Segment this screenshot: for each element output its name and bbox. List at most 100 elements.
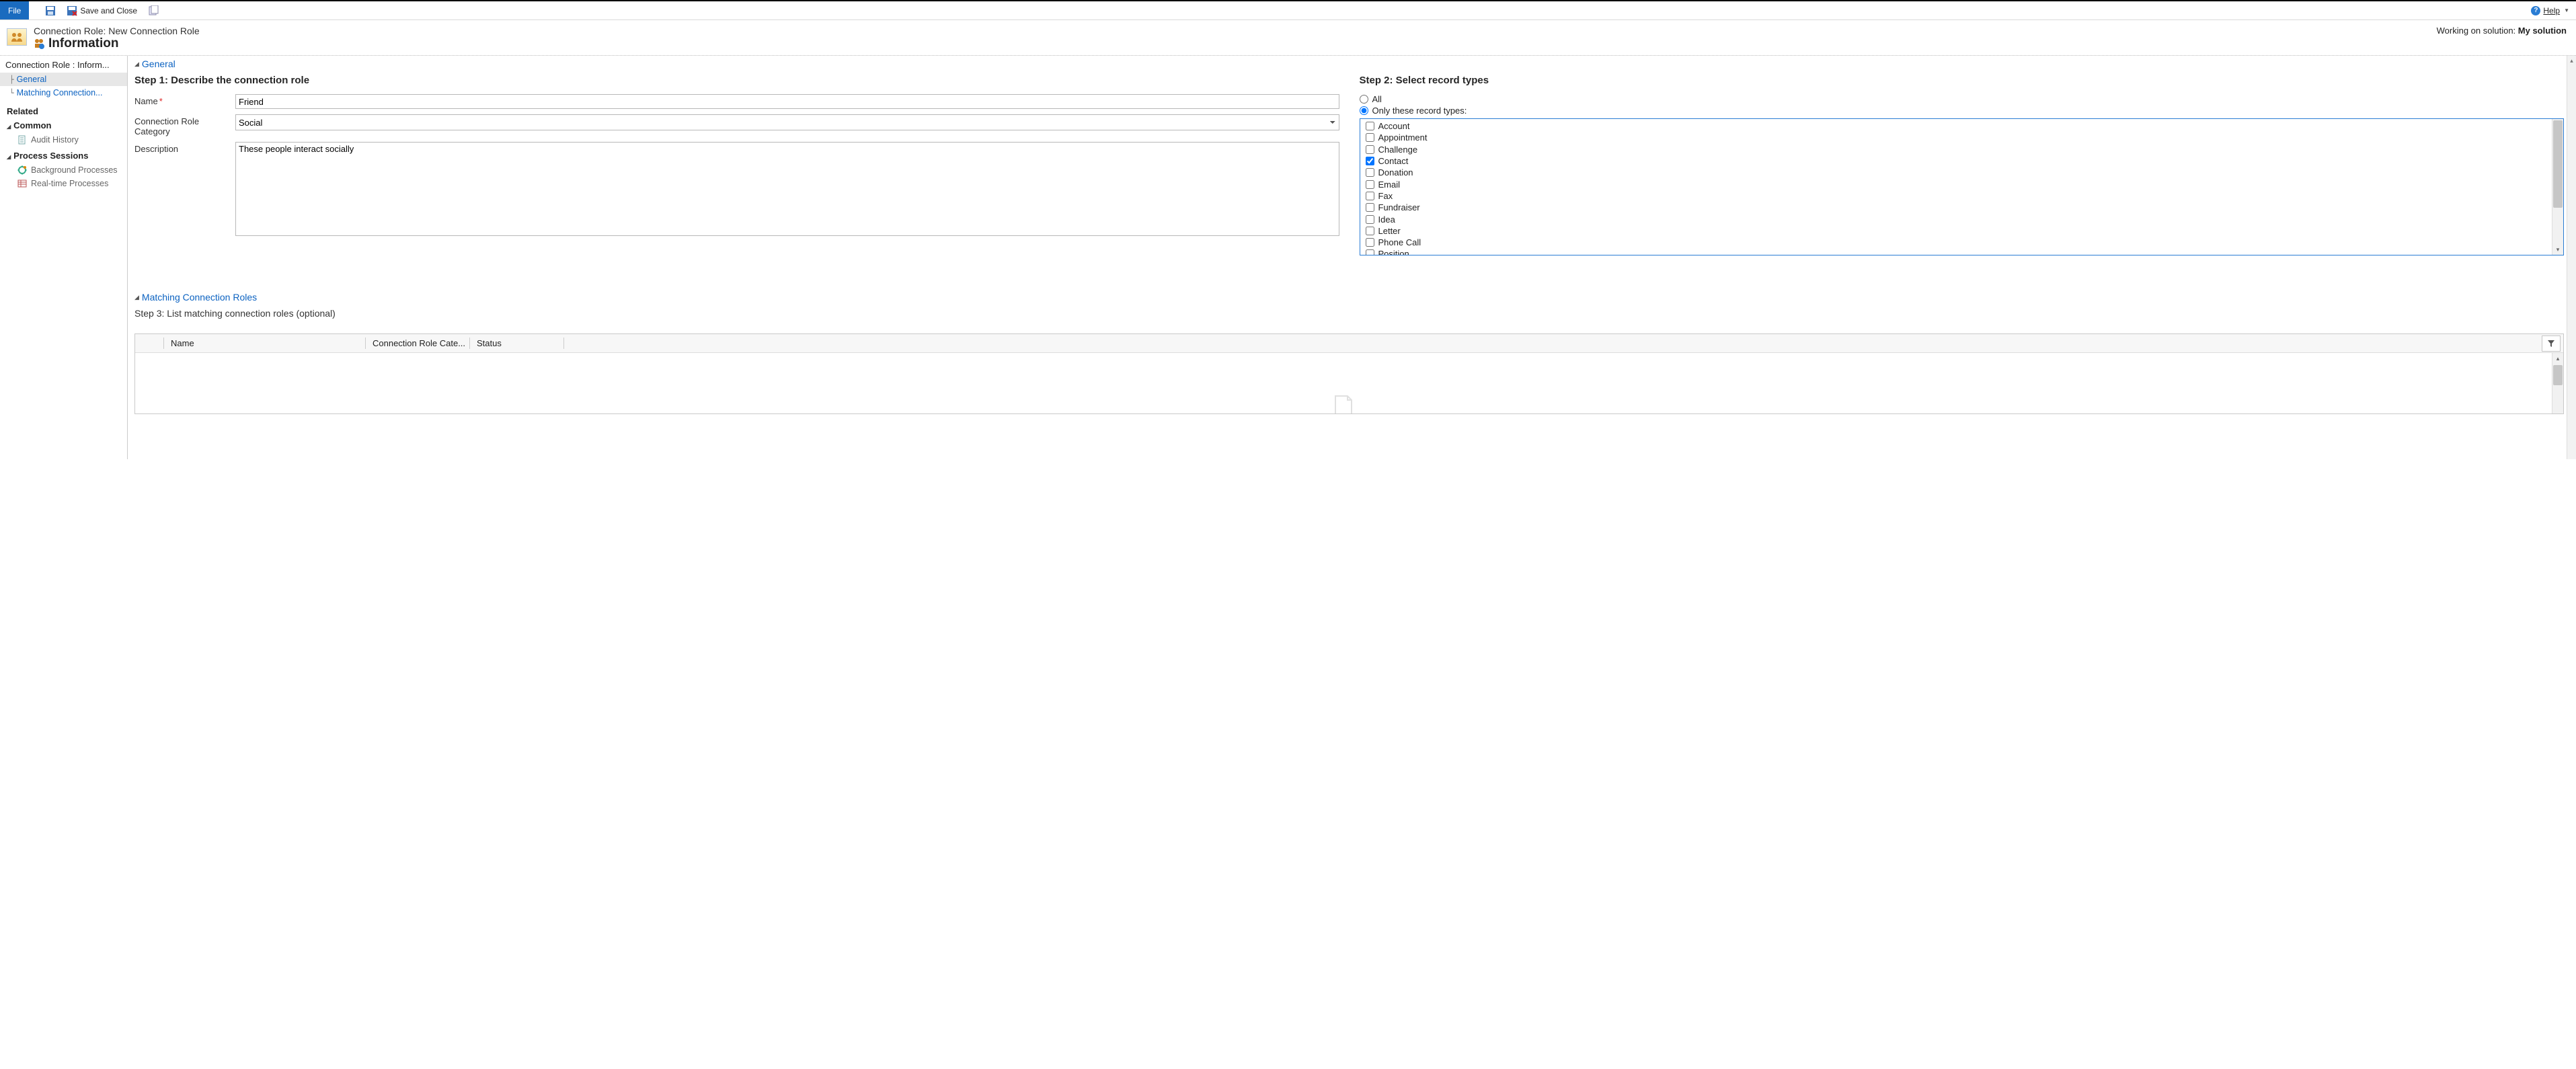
name-input[interactable] [235,94,1339,109]
record-type-label: Email [1378,180,1401,190]
nav-process-sessions-header[interactable]: Process Sessions [0,147,127,163]
breadcrumb: Connection Role: New Connection Role [34,26,200,36]
nav-root: Connection Role : Inform... [0,57,127,73]
grid-col-status[interactable]: Status [470,338,564,348]
record-type-item[interactable]: Letter [1360,225,2552,237]
grid-col-category[interactable]: Connection Role Cate... [366,338,470,348]
name-label: Name* [134,94,235,106]
record-type-label: Position [1378,249,1409,255]
grid-scrollbar[interactable]: ▴ [2552,353,2563,413]
grid-filter-button[interactable] [2542,335,2561,352]
record-type-checkbox[interactable] [1366,203,1374,212]
help-label: Help [2543,6,2560,15]
record-type-checkbox[interactable] [1366,192,1374,200]
record-types-list[interactable]: AccountAppointment ChallengeContactDonati… [1360,119,2552,255]
table-icon [17,179,27,188]
step2-title: Step 2: Select record types [1360,71,2565,94]
record-type-label: Fundraiser [1378,202,1420,212]
record-type-label: Appointment [1378,132,1428,143]
radio-all[interactable]: All [1360,94,2565,104]
save-close-icon [67,5,77,16]
file-menu-button[interactable]: File [0,1,29,19]
description-textarea[interactable]: These people interact socially [235,142,1339,236]
record-type-checkbox[interactable] [1366,238,1374,247]
entity-icon [7,28,27,46]
record-type-item[interactable]: Account [1360,120,2552,132]
gear-process-icon [17,165,27,175]
page-title: Information [48,36,119,51]
page-header: Connection Role: New Connection Role Inf… [0,20,2576,56]
record-type-item[interactable]: Position [1360,248,2552,255]
record-type-item[interactable]: Fax [1360,190,2552,202]
collapse-icon: ◢ [134,61,139,68]
grid-empty-area [135,353,2552,413]
record-type-label: Challenge [1378,145,1418,155]
grid-checkbox-col[interactable] [135,338,164,348]
scroll-up-icon[interactable]: ▴ [2552,353,2563,364]
record-type-item[interactable]: Challenge [1360,144,2552,155]
category-select[interactable]: Social [235,114,1339,130]
record-type-item[interactable]: Idea [1360,213,2552,225]
info-small-icon [34,38,44,49]
solution-label: Working on solution: My solution [2437,26,2567,36]
save-close-label: Save and Close [80,6,137,15]
grid-col-name[interactable]: Name [164,338,366,348]
step3-title: Step 3: List matching connection roles (… [134,304,2564,327]
record-type-item[interactable]: Contact [1360,155,2552,167]
record-type-checkbox[interactable] [1366,145,1374,154]
record-type-checkbox[interactable] [1366,133,1374,142]
scroll-down-icon[interactable]: ▾ [2552,244,2563,255]
scroll-thumb[interactable] [2553,120,2563,208]
nav-realtime-processes[interactable]: Real-time Processes [0,177,127,190]
page-scroll-gutter[interactable]: ▴ [2567,56,2576,459]
save-button[interactable] [41,4,60,17]
nav-audit-history[interactable]: Audit History [0,133,127,147]
grid-col-spacer [564,338,2542,348]
record-type-checkbox[interactable] [1366,168,1374,177]
record-type-checkbox[interactable] [1366,215,1374,224]
record-type-label: Letter [1378,226,1401,236]
nav-related-header: Related [0,100,127,119]
help-menu[interactable]: ? Help ▼ [2531,6,2576,15]
actions-icon [148,5,159,16]
chevron-down-icon: ▼ [2564,7,2569,13]
record-type-item[interactable]: Fundraiser [1360,202,2552,213]
radio-only-these[interactable]: Only these record types: [1360,106,2565,116]
nav-common-header[interactable]: Common [0,119,127,133]
record-type-item[interactable]: Email [1360,178,2552,190]
record-type-item[interactable]: Phone Call [1360,237,2552,248]
matching-grid: Name Connection Role Cate... Status [134,333,2564,414]
step2-column: Step 2: Select record types All Only the… [1360,71,2565,255]
main-content: ◢ General Step 1: Describe the connectio… [128,56,2567,459]
nav-matching[interactable]: └Matching Connection... [0,86,127,100]
actions-button[interactable] [144,4,163,17]
save-and-close-button[interactable]: Save and Close [63,4,141,17]
left-nav: Connection Role : Inform... ├General └Ma… [0,56,128,459]
record-type-label: Donation [1378,167,1413,177]
nav-background-processes[interactable]: Background Processes [0,163,127,177]
record-type-checkbox[interactable] [1366,227,1374,235]
record-type-checkbox[interactable] [1366,122,1374,130]
record-type-label: Account [1378,121,1410,131]
record-type-checkbox[interactable] [1366,249,1374,255]
record-type-label: Contact [1378,156,1409,166]
grid-scroll-thumb[interactable] [2553,365,2563,385]
step1-title: Step 1: Describe the connection role [134,71,1339,94]
step1-column: Step 1: Describe the connection role Nam… [134,71,1339,255]
nav-general[interactable]: ├General [0,73,127,86]
record-type-label: Phone Call [1378,237,1421,247]
record-scrollbar[interactable]: ▾ [2552,119,2563,255]
save-icon [45,5,56,16]
help-icon: ? [2531,6,2540,15]
record-type-item[interactable]: Appointment [1360,132,2552,143]
record-types-box: AccountAppointment ChallengeContactDonati… [1360,118,2565,255]
section-general-header[interactable]: ◢ General [134,56,2564,71]
section-matching-header[interactable]: ◢ Matching Connection Roles [134,289,2564,304]
record-type-checkbox[interactable] [1366,157,1374,165]
filter-icon [2547,340,2555,348]
document-icon [17,135,27,145]
record-type-checkbox[interactable] [1366,180,1374,189]
record-type-item[interactable]: Donation [1360,167,2552,178]
grid-header: Name Connection Role Cate... Status [135,334,2563,353]
collapse-icon: ◢ [134,294,139,301]
